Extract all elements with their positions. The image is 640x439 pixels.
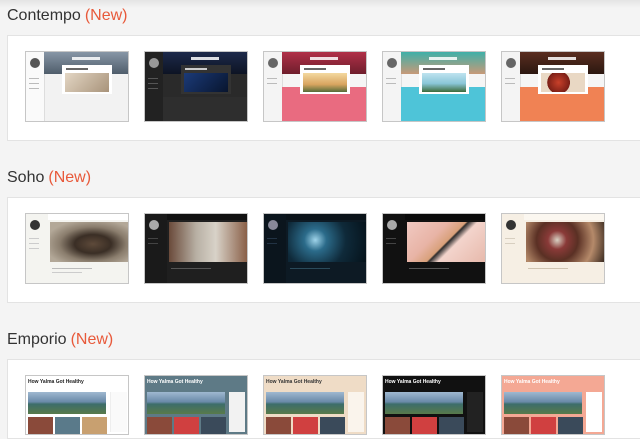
thumb-blog-heading: How Yalma Got Healthy xyxy=(147,379,203,385)
thumb-sidebar xyxy=(264,52,283,121)
thumb-post-card xyxy=(419,65,469,94)
theme-thumbnail-contempo-orange[interactable] xyxy=(501,51,605,122)
thumb-hero-image xyxy=(147,392,225,414)
new-badge: (New) xyxy=(84,7,128,24)
thumb-sidebar xyxy=(264,214,286,283)
theme-thumbnail-contempo-pink[interactable] xyxy=(263,51,367,122)
thumb-sidebar xyxy=(502,52,521,121)
theme-thumbnail-emporio-black[interactable]: How Yalma Got Healthy xyxy=(382,375,486,435)
thumb-sidebar xyxy=(383,214,405,283)
thumb-sidebar xyxy=(26,52,45,121)
theme-thumbnail-soho-light[interactable] xyxy=(25,213,129,284)
section-title-emporio: Emporio (New) xyxy=(7,331,113,349)
thumb-sidebar xyxy=(502,214,524,283)
new-badge: (New) xyxy=(70,331,114,348)
theme-thumbnail-contempo-light[interactable] xyxy=(25,51,129,122)
theme-thumbnail-soho-cream[interactable] xyxy=(501,213,605,284)
thumb-blog-heading: How Yalma Got Healthy xyxy=(28,379,84,385)
thumb-hero-image xyxy=(385,392,463,414)
theme-thumbnail-emporio-beige[interactable]: How Yalma Got Healthy xyxy=(263,375,367,435)
thumb-post-card xyxy=(62,65,112,94)
theme-thumbnail-soho-navy[interactable] xyxy=(263,213,367,284)
thumb-post-card xyxy=(300,65,350,94)
section-name: Emporio xyxy=(7,331,67,348)
thumb-blog-heading: How Yalma Got Healthy xyxy=(504,379,560,385)
section-title-soho: Soho (New) xyxy=(7,169,91,187)
thumb-hero-image xyxy=(28,392,106,414)
thumb-sidebar xyxy=(145,52,163,121)
theme-thumbnail-emporio-slate[interactable]: How Yalma Got Healthy xyxy=(144,375,248,435)
theme-panel-emporio: How Yalma Got Healthy How Yalma Got Heal… xyxy=(7,359,640,439)
thumb-hero-image xyxy=(526,222,604,262)
theme-panel-soho xyxy=(7,197,640,303)
theme-thumbnail-soho-black[interactable] xyxy=(382,213,486,284)
theme-thumbnail-emporio-white[interactable]: How Yalma Got Healthy xyxy=(25,375,129,435)
thumb-hero-image xyxy=(266,392,344,414)
theme-thumbnail-contempo-teal[interactable] xyxy=(382,51,486,122)
thumb-post-card xyxy=(181,65,231,94)
thumb-sidebar xyxy=(145,214,167,283)
thumb-hero-image xyxy=(50,222,128,262)
thumb-sidebar xyxy=(383,52,402,121)
thumb-blog-heading: How Yalma Got Healthy xyxy=(266,379,322,385)
thumb-sidebar xyxy=(26,214,48,283)
new-badge: (New) xyxy=(48,169,92,186)
thumb-hero-image xyxy=(288,222,366,262)
thumb-blog-heading: How Yalma Got Healthy xyxy=(385,379,441,385)
section-title-contempo: Contempo (New) xyxy=(7,7,128,25)
thumb-hero-image xyxy=(504,392,582,414)
section-name: Soho xyxy=(7,169,45,186)
thumb-post-card xyxy=(538,65,588,94)
theme-thumbnail-contempo-dark[interactable] xyxy=(144,51,248,122)
theme-thumbnail-emporio-salmon[interactable]: How Yalma Got Healthy xyxy=(501,375,605,435)
section-name: Contempo xyxy=(7,7,81,24)
thumb-hero-image xyxy=(169,222,247,262)
thumb-hero-image xyxy=(407,222,485,262)
theme-panel-contempo xyxy=(7,35,640,141)
theme-thumbnail-soho-dark[interactable] xyxy=(144,213,248,284)
